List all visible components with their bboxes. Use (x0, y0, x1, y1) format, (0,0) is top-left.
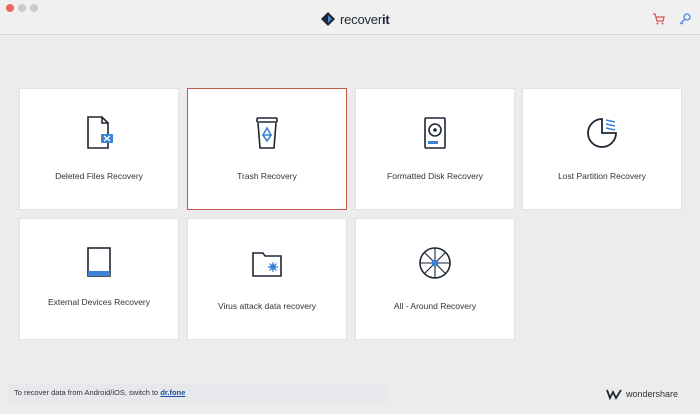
card-formatted-disk-recovery[interactable]: Formatted Disk Recovery (355, 88, 515, 210)
brand-name: wondershare (626, 389, 679, 399)
wondershare-brand: wondershare (606, 388, 678, 400)
card-label: External Devices Recovery (47, 297, 151, 307)
card-external-devices-recovery[interactable]: External Devices Recovery (19, 218, 179, 340)
trash-icon (256, 117, 278, 149)
card-all-around-recovery[interactable]: All - Around Recovery (355, 218, 515, 340)
all-around-icon (419, 247, 451, 279)
card-label: All - Around Recovery (393, 301, 477, 311)
close-window-button[interactable] (6, 4, 14, 12)
card-label: Deleted Files Recovery (55, 171, 143, 181)
external-device-icon (87, 247, 111, 277)
title-bar: recoverit (0, 0, 700, 35)
app-logo: recoverit (320, 11, 390, 27)
cart-icon[interactable] (652, 12, 666, 26)
card-virus-attack-recovery[interactable]: Virus attack data recovery (187, 218, 347, 340)
card-deleted-files-recovery[interactable]: Deleted Files Recovery (19, 88, 179, 210)
partition-icon (587, 118, 617, 148)
card-label: Trash Recovery (237, 171, 297, 181)
card-trash-recovery[interactable]: Trash Recovery (187, 88, 347, 210)
key-icon[interactable] (678, 12, 692, 26)
recoverit-logo-icon (321, 12, 335, 26)
card-label: Lost Partition Recovery (558, 171, 646, 181)
status-text: To recover data from Android/iOS, switch… (14, 388, 161, 397)
card-label: Virus attack data recovery (217, 301, 317, 311)
wondershare-logo-icon (606, 389, 622, 400)
disk-icon (424, 117, 446, 149)
virus-folder-icon (252, 252, 282, 277)
drfone-link[interactable]: dr.fone (160, 388, 185, 397)
deleted-file-icon (87, 116, 113, 149)
card-label: Formatted Disk Recovery (387, 171, 483, 181)
status-bar: To recover data from Android/iOS, switch… (8, 384, 388, 402)
card-lost-partition-recovery[interactable]: Lost Partition Recovery (522, 88, 682, 210)
zoom-window-button[interactable] (30, 4, 38, 12)
app-logo-text: recoverit (340, 11, 390, 27)
minimize-window-button[interactable] (18, 4, 26, 12)
